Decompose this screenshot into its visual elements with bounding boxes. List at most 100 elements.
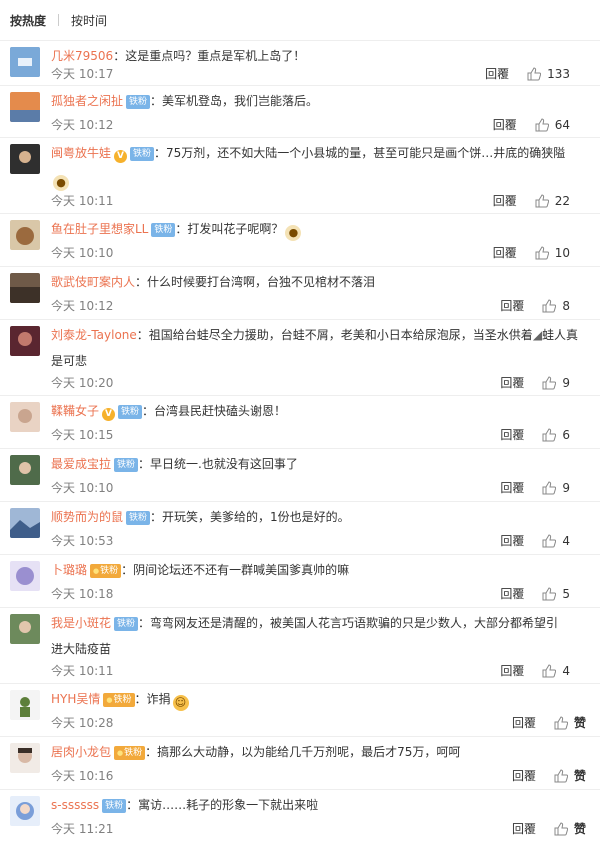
like-button[interactable]: 4 (542, 534, 570, 548)
like-button[interactable]: 22 (535, 194, 570, 208)
comment-actions: 回覆 9 (500, 374, 570, 391)
comment-time: 今天 10:10 (51, 481, 114, 495)
comment-text: ：开玩笑，美爹给的，1份也是好的。 (150, 510, 350, 524)
avatar[interactable] (10, 220, 40, 250)
reply-button[interactable]: 回覆 (500, 297, 524, 314)
gold-fan-badge: 铁粉 (90, 564, 122, 578)
like-button[interactable]: 5 (542, 587, 570, 601)
reply-button[interactable]: 回覆 (512, 820, 536, 837)
comment-body: 居肉小龙包铁粉：搞那么大动静，以为能给几千万剂呢，最后才75万，呵呵 (51, 739, 586, 765)
comment-item: 卜璐璐铁粉：阴间论坛还不还有一群喊美国爹真帅的嘛 今天 10:18 回覆 5 (0, 555, 600, 608)
reply-button[interactable]: 回覆 (493, 244, 517, 261)
username[interactable]: 闽粤放牛娃 (51, 146, 111, 160)
comment-actions: 回覆 赞 (512, 767, 586, 784)
comment-text: ：搞那么大动静，以为能给几千万剂呢，最后才75万，呵呵 (145, 745, 461, 759)
reply-button[interactable]: 回覆 (500, 426, 524, 443)
thumbs-up-icon (542, 375, 557, 389)
comment-item: 歌武伎町案内人：什么时候要打台湾啊，台独不见棺材不落泪 今天 10:12 回覆 … (0, 267, 600, 320)
like-button[interactable]: 6 (542, 428, 570, 442)
avatar[interactable] (10, 743, 40, 773)
reply-button[interactable]: 回覆 (500, 374, 524, 391)
comment-text: ：寓访……耗子的形象一下就出来啦 (126, 798, 319, 812)
avatar[interactable] (10, 455, 40, 485)
username[interactable]: 我是小斑花 (51, 616, 111, 630)
comment-time: 今天 10:20 (51, 376, 114, 390)
avatar[interactable] (10, 796, 40, 826)
avatar[interactable] (10, 326, 40, 356)
thumbs-up-icon (554, 821, 568, 835)
like-button[interactable]: 赞 (554, 767, 586, 784)
reply-button[interactable]: 回覆 (493, 192, 517, 209)
username[interactable]: 鞣鞴女子 (51, 404, 99, 418)
like-button[interactable]: 10 (535, 246, 570, 260)
avatar[interactable] (10, 561, 40, 591)
like-button[interactable]: 4 (542, 664, 570, 678)
thumbs-up-icon (542, 427, 557, 441)
like-button[interactable]: 9 (542, 376, 570, 390)
avatar[interactable] (10, 508, 40, 538)
sort-by-time[interactable]: 按时间 (71, 12, 107, 29)
like-button[interactable]: 64 (535, 118, 570, 132)
username[interactable]: 鱼在肚子里想家LL (51, 222, 148, 236)
comment-actions: 回覆 22 (493, 192, 570, 209)
like-button[interactable]: 赞 (554, 714, 586, 731)
avatar[interactable] (10, 92, 40, 122)
comment-body: 卜璐璐铁粉：阴间论坛还不还有一群喊美国爹真帅的嘛 (51, 557, 586, 583)
comment-text: ：阴间论坛还不还有一群喊美国爹真帅的嘛 (121, 563, 350, 577)
username[interactable]: HYH吴情 (51, 692, 100, 706)
reply-button[interactable]: 回覆 (500, 662, 524, 679)
comment-item: 我是小斑花 铁粉 ：弯弯网友还是清醒的，被美国人花言巧语欺骗的只是少数人，大部分都希… (0, 608, 600, 684)
like-count: 64 (554, 117, 570, 132)
iron-fan-badge: 铁粉 (151, 223, 176, 237)
username[interactable]: 几米79506 (51, 49, 113, 63)
comment-item: 最爱成宝拉 铁粉 ：早日统一.也就没有这回事了 今天 10:10 回覆 9 (0, 449, 600, 502)
like-count: 赞 (573, 769, 586, 783)
comment-actions: 回覆 133 (485, 65, 570, 82)
username[interactable]: s-ssssss (51, 798, 99, 812)
comment-actions: 回覆 9 (500, 479, 570, 496)
comment-actions: 回覆 4 (500, 662, 570, 679)
verified-v-icon: V (102, 408, 116, 421)
avatar[interactable] (10, 273, 40, 303)
like-count: 赞 (573, 822, 586, 836)
comment-text: ：诈捐 (134, 692, 171, 706)
sort-by-hot[interactable]: 按热度 (10, 12, 46, 29)
reply-button[interactable]: 回覆 (493, 116, 517, 133)
avatar[interactable] (10, 402, 40, 432)
comment-body: 我是小斑花 铁粉 ：弯弯网友还是清醒的，被美国人花言巧语欺骗的只是少数人，大部分都希… (51, 610, 586, 662)
username[interactable]: 刘泰龙-Taylone (51, 328, 137, 342)
comment-item: 孤独者之闲扯 铁粉 ：美军机登岛，我们岂能落后。 今天 10:12 回覆 64 (0, 86, 600, 138)
reply-button[interactable]: 回覆 (485, 65, 509, 82)
like-count: 10 (554, 245, 570, 260)
like-button[interactable]: 8 (542, 299, 570, 313)
reply-button[interactable]: 回覆 (512, 767, 536, 784)
username[interactable]: 顺势而为的鼠 (51, 510, 123, 524)
thumbs-up-icon (535, 117, 549, 131)
thumbs-up-icon (542, 586, 557, 600)
reply-button[interactable]: 回覆 (500, 532, 524, 549)
comment-text: ：台湾县民赶快磕头谢恩！ (142, 404, 287, 418)
username[interactable]: 歌武伎町案内人 (51, 275, 135, 289)
reply-button[interactable]: 回覆 (500, 585, 524, 602)
reply-button[interactable]: 回覆 (512, 714, 536, 731)
reply-button[interactable]: 回覆 (500, 479, 524, 496)
username[interactable]: 居肉小龙包 (51, 745, 111, 759)
comment-text: ：美军机登岛，我们岂能落后。 (150, 94, 319, 108)
comment-text-continued: 进大陆疫苗 (51, 642, 112, 656)
avatar[interactable] (10, 47, 40, 77)
username[interactable]: 最爱成宝拉 (51, 457, 111, 471)
like-button[interactable]: 9 (542, 481, 570, 495)
like-button[interactable]: 赞 (554, 820, 586, 837)
dog-emoji-icon: ● (53, 175, 69, 191)
thumbs-up-icon (542, 533, 557, 547)
like-button[interactable]: 133 (527, 67, 570, 81)
gold-fan-badge: 铁粉 (103, 693, 135, 707)
comment-time: 今天 10:11 (51, 194, 114, 208)
username[interactable]: 孤独者之闲扯 (51, 94, 123, 108)
username[interactable]: 卜璐璐 (51, 563, 87, 577)
avatar[interactable] (10, 690, 40, 720)
avatar[interactable] (10, 144, 40, 174)
avatar[interactable] (10, 614, 40, 644)
comment-body: s-ssssss 铁粉 ：寓访……耗子的形象一下就出来啦 (51, 792, 586, 818)
like-count: 9 (562, 375, 570, 390)
